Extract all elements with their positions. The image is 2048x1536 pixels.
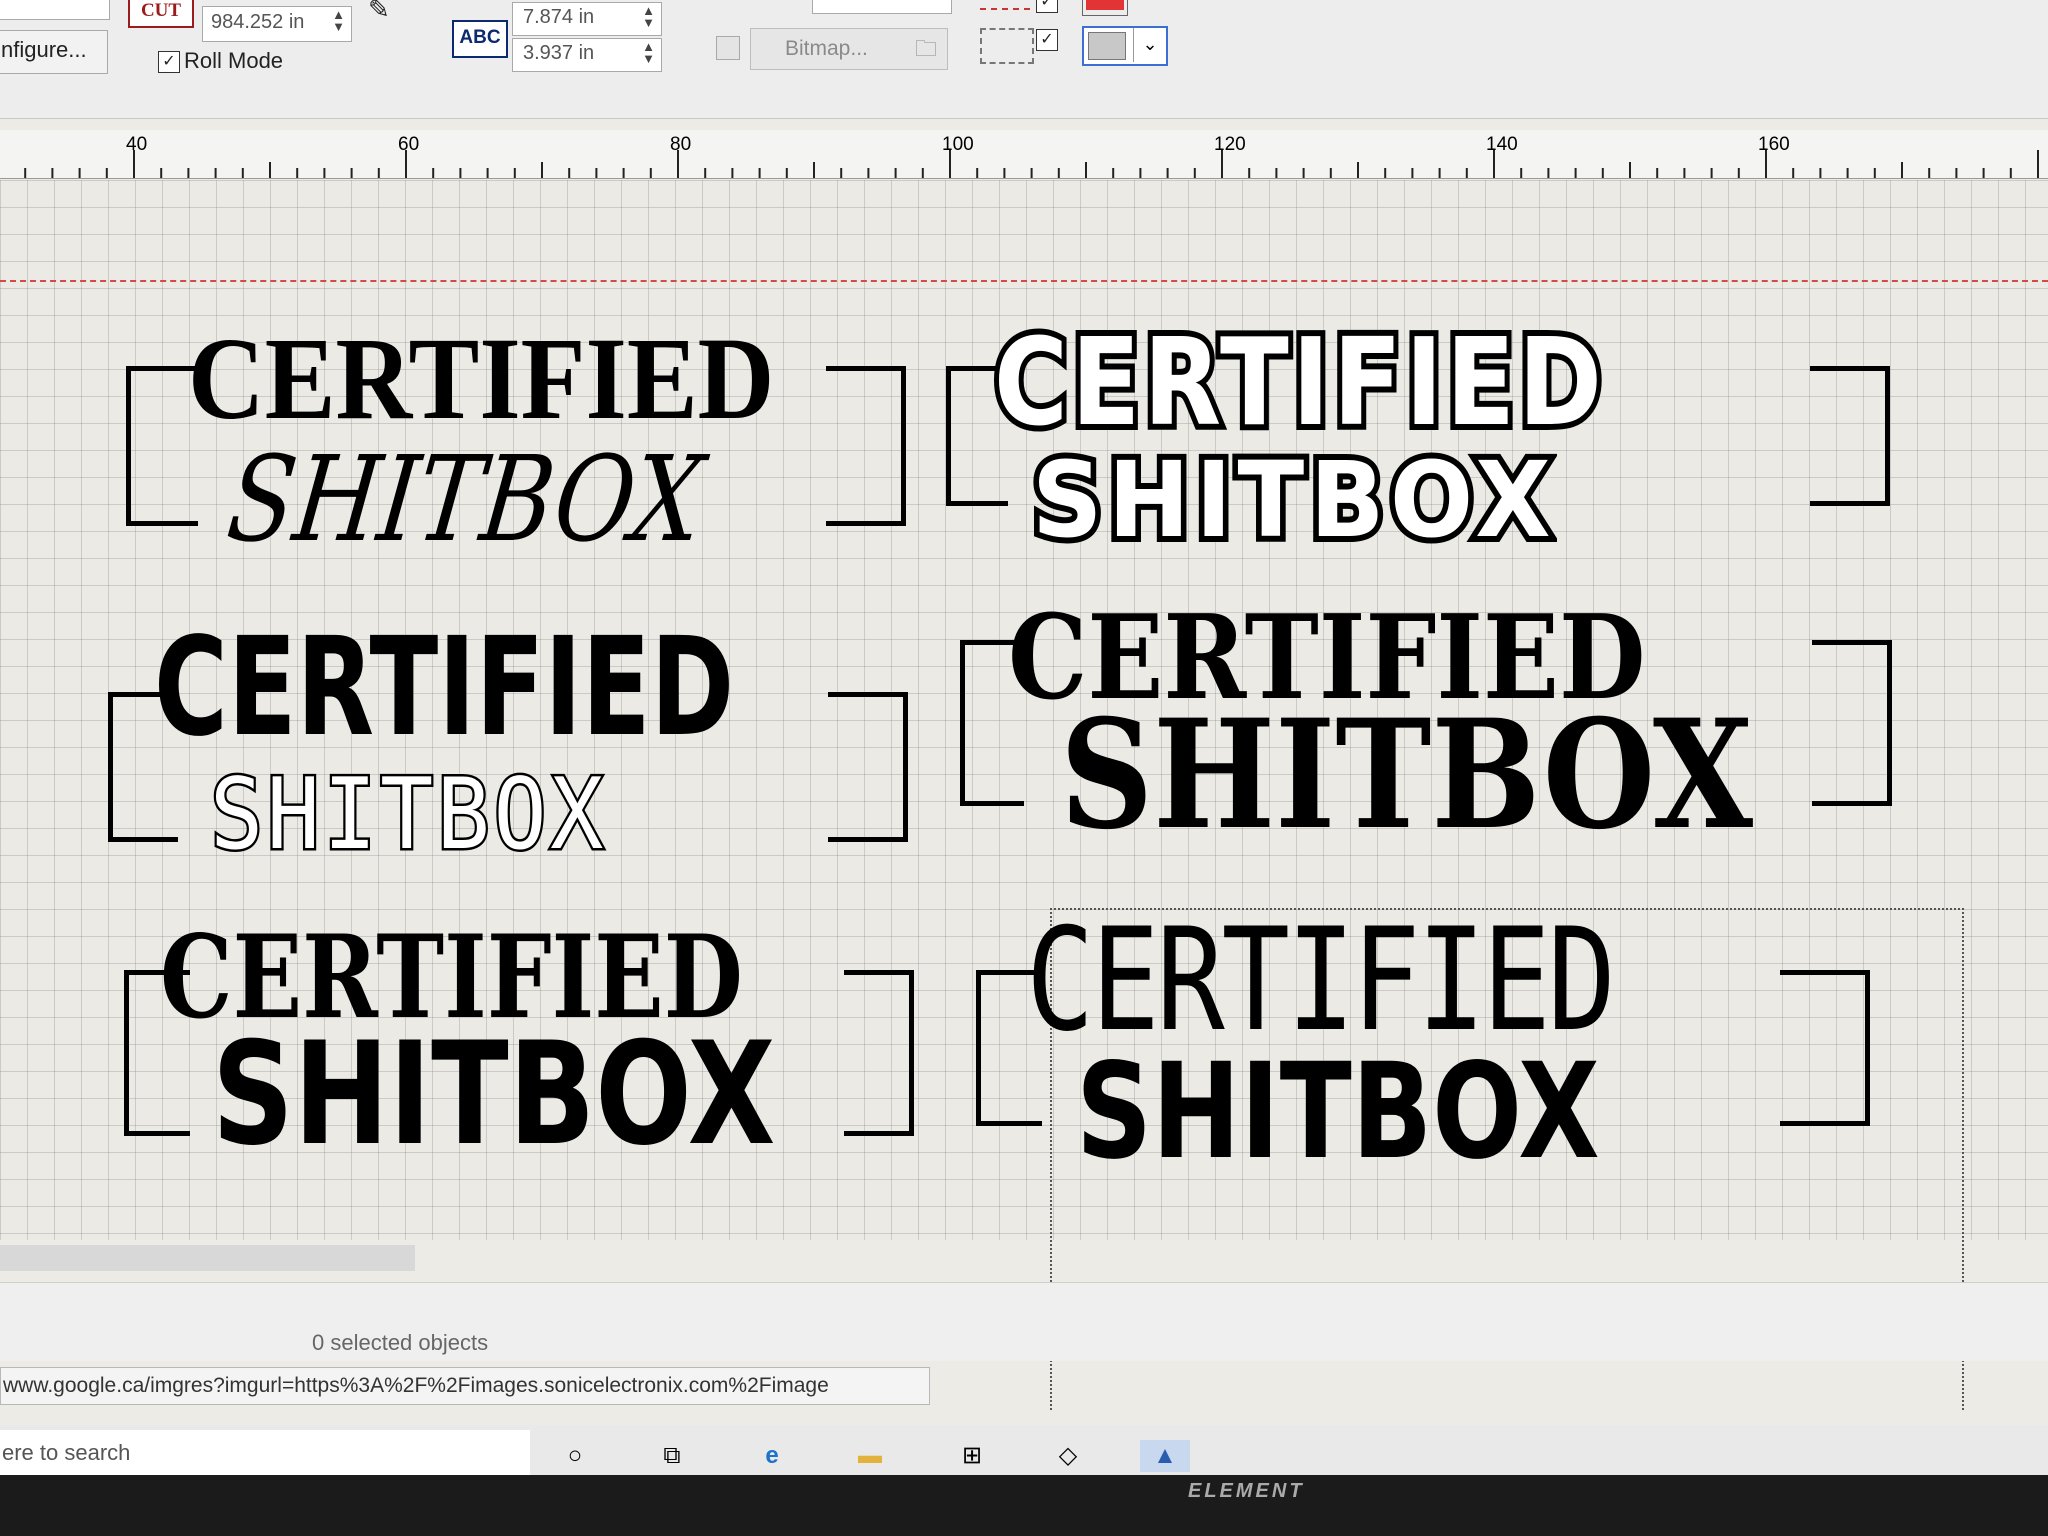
check-icon: ✓: [1036, 0, 1058, 14]
design-5[interactable]: CERTIFIED SHITBOX: [124, 920, 914, 1180]
swatch-fill: [1088, 32, 1126, 60]
bitmap-button[interactable]: Bitmap... 🗀: [750, 28, 948, 70]
cut-line-icon: [980, 0, 1030, 10]
roll-mode-label: Roll Mode: [184, 48, 284, 73]
roll-length-input[interactable]: 984.252 in ▲ ▼: [202, 6, 352, 42]
grid-pattern-icon[interactable]: [980, 28, 1034, 64]
check-icon: ✓: [158, 51, 180, 74]
design-2[interactable]: CERTIFIED SHITBOX: [946, 314, 1890, 590]
design-top-text: CERTIFIED: [154, 609, 735, 767]
task-view-icon[interactable]: ⧉: [652, 1440, 692, 1472]
folder-icon[interactable]: ▬: [850, 1440, 890, 1472]
mode-dropdown[interactable]: [812, 0, 952, 14]
design-bottom-text: SHITBOX: [1076, 1035, 1600, 1189]
horizontal-ruler: 40 60 80 100 120 140 160: [0, 130, 2048, 179]
check-icon: ✓: [1036, 29, 1058, 52]
folder-icon: 🗀: [914, 36, 937, 61]
ruler-label: 140: [1486, 134, 1518, 155]
bracket-right: [828, 692, 908, 842]
width-input[interactable]: 7.874 in ▲ ▼: [512, 2, 662, 36]
ruler-label: 100: [942, 134, 974, 155]
toolbar: CUT 984.252 in ▲ ▼ ✎ nfigure... ✓ Roll Mod…: [0, 0, 2048, 119]
ruler-label: 160: [1758, 134, 1790, 155]
design-4[interactable]: CERTIFIED SHITBOX: [960, 600, 1900, 900]
bracket-right: [844, 970, 914, 1136]
horizontal-scrollbar[interactable]: [0, 1245, 415, 1271]
height-input[interactable]: 3.937 in ▲ ▼: [512, 38, 662, 72]
chevron-down-icon[interactable]: ⌄: [1133, 28, 1166, 62]
design-bottom-text: SHITBOX: [208, 758, 607, 872]
roll-mode-checkbox[interactable]: ✓ Roll Mode: [158, 48, 283, 74]
store-icon[interactable]: ⊞: [952, 1440, 992, 1472]
swatch-fill: [1086, 0, 1124, 10]
grid-checkbox[interactable]: ✓: [1036, 26, 1062, 52]
screen: CUT 984.252 in ▲ ▼ ✎ nfigure... ✓ Roll Mod…: [0, 0, 2048, 1475]
link-preview-url: www.google.ca/imgres?imgurl=https%3A%2F%…: [0, 1367, 930, 1405]
design-top-text: CERTIFIED: [1026, 898, 1616, 1063]
design-top-text: CERTIFIED: [989, 314, 1607, 453]
line-checkbox[interactable]: ✓: [1036, 0, 1062, 14]
spinner-icon[interactable]: ▲ ▼: [642, 40, 655, 65]
size-dropdown[interactable]: [0, 0, 110, 20]
design-1[interactable]: CERTIFIED SHITBOX: [126, 320, 916, 590]
configure-button[interactable]: nfigure...: [0, 30, 108, 74]
design-3[interactable]: CERTIFIED SHITBOX: [108, 620, 908, 890]
ruler-label: 120: [1214, 134, 1246, 155]
status-bar: [0, 1282, 2048, 1361]
design-bottom-text: SHITBOX: [212, 1012, 776, 1177]
bracket-right: [1812, 640, 1892, 806]
bitmap-label: Bitmap...: [785, 37, 868, 60]
color-swatch-grey[interactable]: ⌄: [1082, 26, 1168, 66]
width-value: 7.874 in: [523, 6, 595, 28]
design-top-text: CERTIFIED: [188, 313, 775, 444]
color-swatch-red[interactable]: [1082, 0, 1128, 16]
taskbar-search[interactable]: ere to search: [0, 1430, 530, 1475]
design-bottom-text: SHITBOX: [1060, 687, 1753, 863]
design-canvas[interactable]: CERTIFIED SHITBOX CERTIFIED SHITBOX CERT…: [0, 180, 2048, 1410]
disabled-checkbox[interactable]: [716, 36, 740, 60]
ruler-label: 80: [670, 134, 692, 155]
text-abc-icon[interactable]: ABC: [452, 20, 508, 58]
design-bottom-text: SHITBOX: [221, 430, 710, 568]
monitor-bezel: [0, 1475, 2048, 1536]
selection-status: 0 selected objects: [312, 1330, 489, 1355]
spinner-icon[interactable]: ▲ ▼: [332, 8, 345, 33]
spinner-icon[interactable]: ▲ ▼: [642, 4, 655, 29]
3d-box-icon[interactable]: ◇: [1048, 1440, 1088, 1472]
cut-icon[interactable]: CUT: [128, 0, 194, 28]
height-value: 3.937 in: [523, 42, 595, 64]
cortana-icon[interactable]: ○: [555, 1440, 595, 1472]
monitor-brand-logo: ELEMENT: [1188, 1480, 1305, 1502]
app-icon[interactable]: ▲: [1140, 1440, 1190, 1472]
design-bottom-text: SHITBOX: [1026, 439, 1557, 561]
edge-icon[interactable]: e: [752, 1440, 792, 1472]
bracket-right: [1780, 970, 1870, 1126]
ruler-ticks: [24, 150, 2039, 178]
design-6[interactable]: CERTIFIED SHITBOX: [976, 910, 1876, 1200]
ruler-label: 40: [126, 134, 148, 155]
configure-label: nfigure...: [1, 37, 87, 62]
roll-length-value: 984.252 in: [211, 11, 305, 33]
bracket-right: [826, 366, 906, 526]
pencil-icon[interactable]: ✎: [368, 0, 408, 24]
cut-margin-line: [0, 280, 2048, 282]
bracket-right: [1810, 366, 1890, 506]
ruler-label: 60: [398, 134, 420, 155]
